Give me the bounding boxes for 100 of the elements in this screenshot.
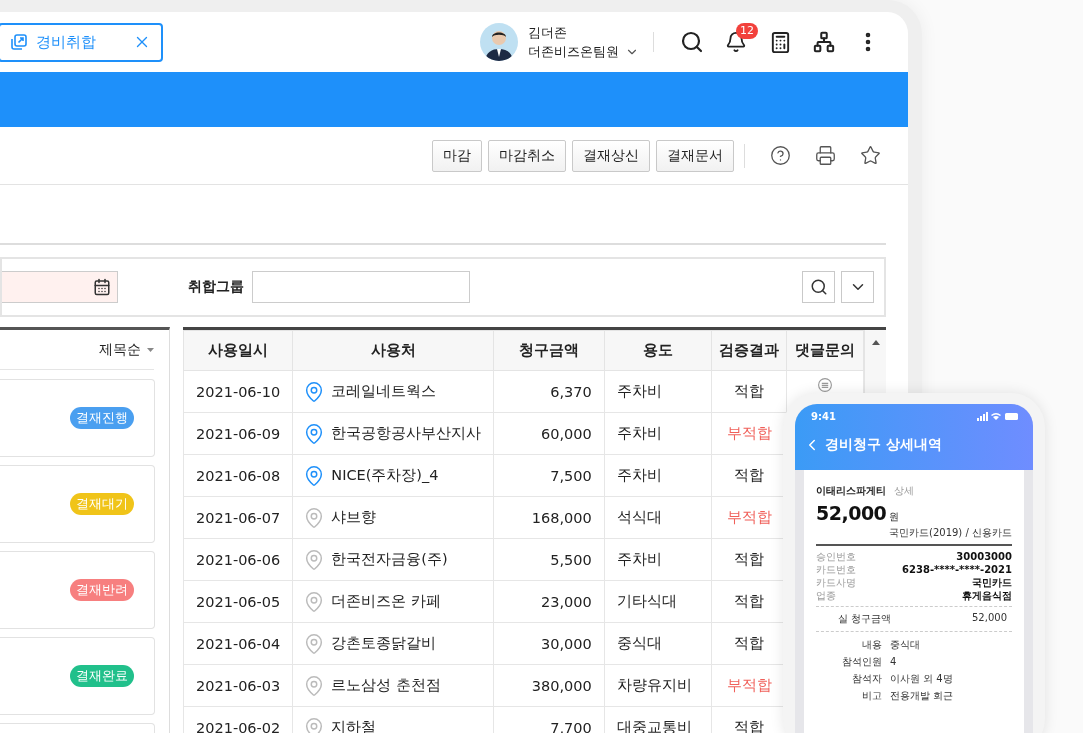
notification-count: 12 [736, 23, 758, 39]
table-cell: 6,370 [493, 370, 605, 413]
place-name: NICE(주차장)_4 [331, 466, 439, 485]
table-cell: 168,000 [493, 496, 605, 539]
table-cell: 2021-06-06 [183, 538, 293, 581]
table-cell: 2021-06-10 [183, 370, 293, 413]
status-badge: 결재대기 [70, 493, 134, 515]
place-name: 샤브향 [331, 508, 377, 527]
status-badge: 결재진행 [70, 407, 134, 429]
status-time: 9:41 [811, 411, 836, 422]
action-button[interactable]: 마감취소 [488, 139, 566, 172]
result-text: 적합 [734, 467, 765, 483]
amount: 52,000 [816, 502, 887, 524]
table-cell: 차량유지비 [604, 664, 712, 707]
table-cell: 2021-06-09 [183, 412, 293, 455]
claim-label: 실 청구금액 [838, 612, 892, 626]
info-label: 승인번호 [816, 550, 856, 563]
result-text: 적합 [734, 383, 765, 399]
group-input[interactable] [252, 271, 470, 303]
result-text: 부적합 [726, 425, 772, 441]
search-icon[interactable] [680, 30, 704, 54]
user-team: 더존비즈온팀원 [528, 43, 619, 61]
table-cell: 기타식대 [604, 580, 712, 623]
info-label: 카드번호 [816, 563, 856, 576]
user-name: 김더존 [528, 23, 568, 42]
action-button[interactable]: 결재문서 [656, 139, 734, 172]
table-cell: 2021-06-02 [183, 706, 293, 733]
column-header: 용도 [604, 330, 712, 371]
currency: 원 [889, 510, 900, 524]
result-text: 부적합 [726, 509, 772, 525]
scroll-up-icon[interactable] [871, 339, 880, 345]
result-text: 부적합 [726, 677, 772, 693]
caret-icon[interactable] [147, 347, 154, 352]
info-value: 휴게음식점 [962, 589, 1012, 602]
column-header: 사용처 [292, 330, 494, 371]
table-cell: 주차비 [604, 370, 712, 413]
date-field[interactable] [2, 271, 118, 303]
screen-title: 경비청구 상세내역 [825, 436, 942, 454]
search-button[interactable] [802, 271, 835, 303]
info-value: 30003000 [956, 550, 1012, 563]
action-button[interactable]: 결재상신 [572, 139, 650, 172]
info-value: 국민카드 [972, 576, 1012, 589]
table-cell: 2021-06-03 [183, 664, 293, 707]
table-cell: 5,500 [493, 538, 605, 581]
status-badge: 결재완료 [70, 665, 134, 687]
table-cell: 2021-06-04 [183, 622, 293, 665]
avatar [480, 23, 518, 61]
column-header: 검증결과 [711, 330, 787, 371]
merchant-name: 이태리스파게티 [816, 484, 886, 498]
status-badge: 결재반려 [70, 579, 134, 601]
table-cell: 380,000 [493, 664, 605, 707]
place-name: 한국공항공사부산지사 [331, 424, 482, 443]
detail-value: 이사원 외 4명 [890, 672, 954, 685]
document-card[interactable]: 결재반려 [0, 551, 155, 629]
comment-icon[interactable] [817, 377, 834, 393]
search-icon [809, 278, 828, 296]
detail-label: 내용 [861, 638, 882, 651]
detail-label: 비고 [861, 689, 882, 702]
table-cell: 60,000 [493, 412, 605, 455]
detail-link[interactable]: 상세 [894, 484, 914, 498]
column-header: 댓글문의 [786, 330, 864, 371]
info-label: 카드사명 [816, 576, 856, 589]
action-button[interactable]: 마감 [432, 139, 482, 172]
place-name: 르노삼성 춘천점 [331, 676, 441, 695]
table-cell: 2021-06-07 [183, 496, 293, 539]
table-cell: 주차비 [604, 412, 712, 455]
star-icon[interactable] [860, 145, 881, 166]
document-card[interactable]: 결재진행 [0, 379, 155, 457]
detail-value: 중식대 [890, 638, 921, 651]
table-cell: 7,500 [493, 454, 605, 497]
tab[interactable]: 경비취합 [0, 22, 163, 62]
org-chart-icon[interactable] [813, 31, 835, 53]
place-name: 더존비즈온 카페 [331, 592, 441, 611]
detail-label: 참석인원 [841, 655, 882, 668]
info-value: 6238-****-****-2021 [902, 563, 1012, 576]
calendar-icon[interactable] [93, 278, 111, 296]
group-label: 취합그룹 [188, 278, 244, 296]
info-label: 업종 [816, 589, 836, 602]
status-icons [977, 412, 1019, 421]
document-card[interactable]: 결재완료 [0, 637, 155, 715]
sort-label[interactable]: 제목순 [99, 340, 141, 359]
table-cell: 30,000 [493, 622, 605, 665]
expand-button[interactable] [841, 271, 874, 303]
help-icon[interactable] [770, 145, 791, 166]
table-cell: 23,000 [493, 580, 605, 623]
detail-label: 참석자 [851, 672, 882, 685]
claim-value: 52,000 [972, 612, 1007, 625]
column-header: 사용일시 [183, 330, 293, 371]
table-cell: 석식대 [604, 496, 712, 539]
table-cell: 2021-06-05 [183, 580, 293, 623]
place-name: 강촌토종닭갈비 [331, 634, 437, 653]
print-icon[interactable] [815, 145, 836, 166]
table-cell: 2021-06-08 [183, 454, 293, 497]
table-cell: 중식대 [604, 622, 712, 665]
card-name: 국민카드(2019) / 신용카드 [889, 526, 1012, 540]
result-text: 적합 [734, 551, 765, 567]
table-cell: 주차비 [604, 538, 712, 581]
popout-icon [10, 33, 28, 51]
tab-label: 경비취합 [36, 32, 97, 52]
column-header: 청구금액 [493, 330, 605, 371]
